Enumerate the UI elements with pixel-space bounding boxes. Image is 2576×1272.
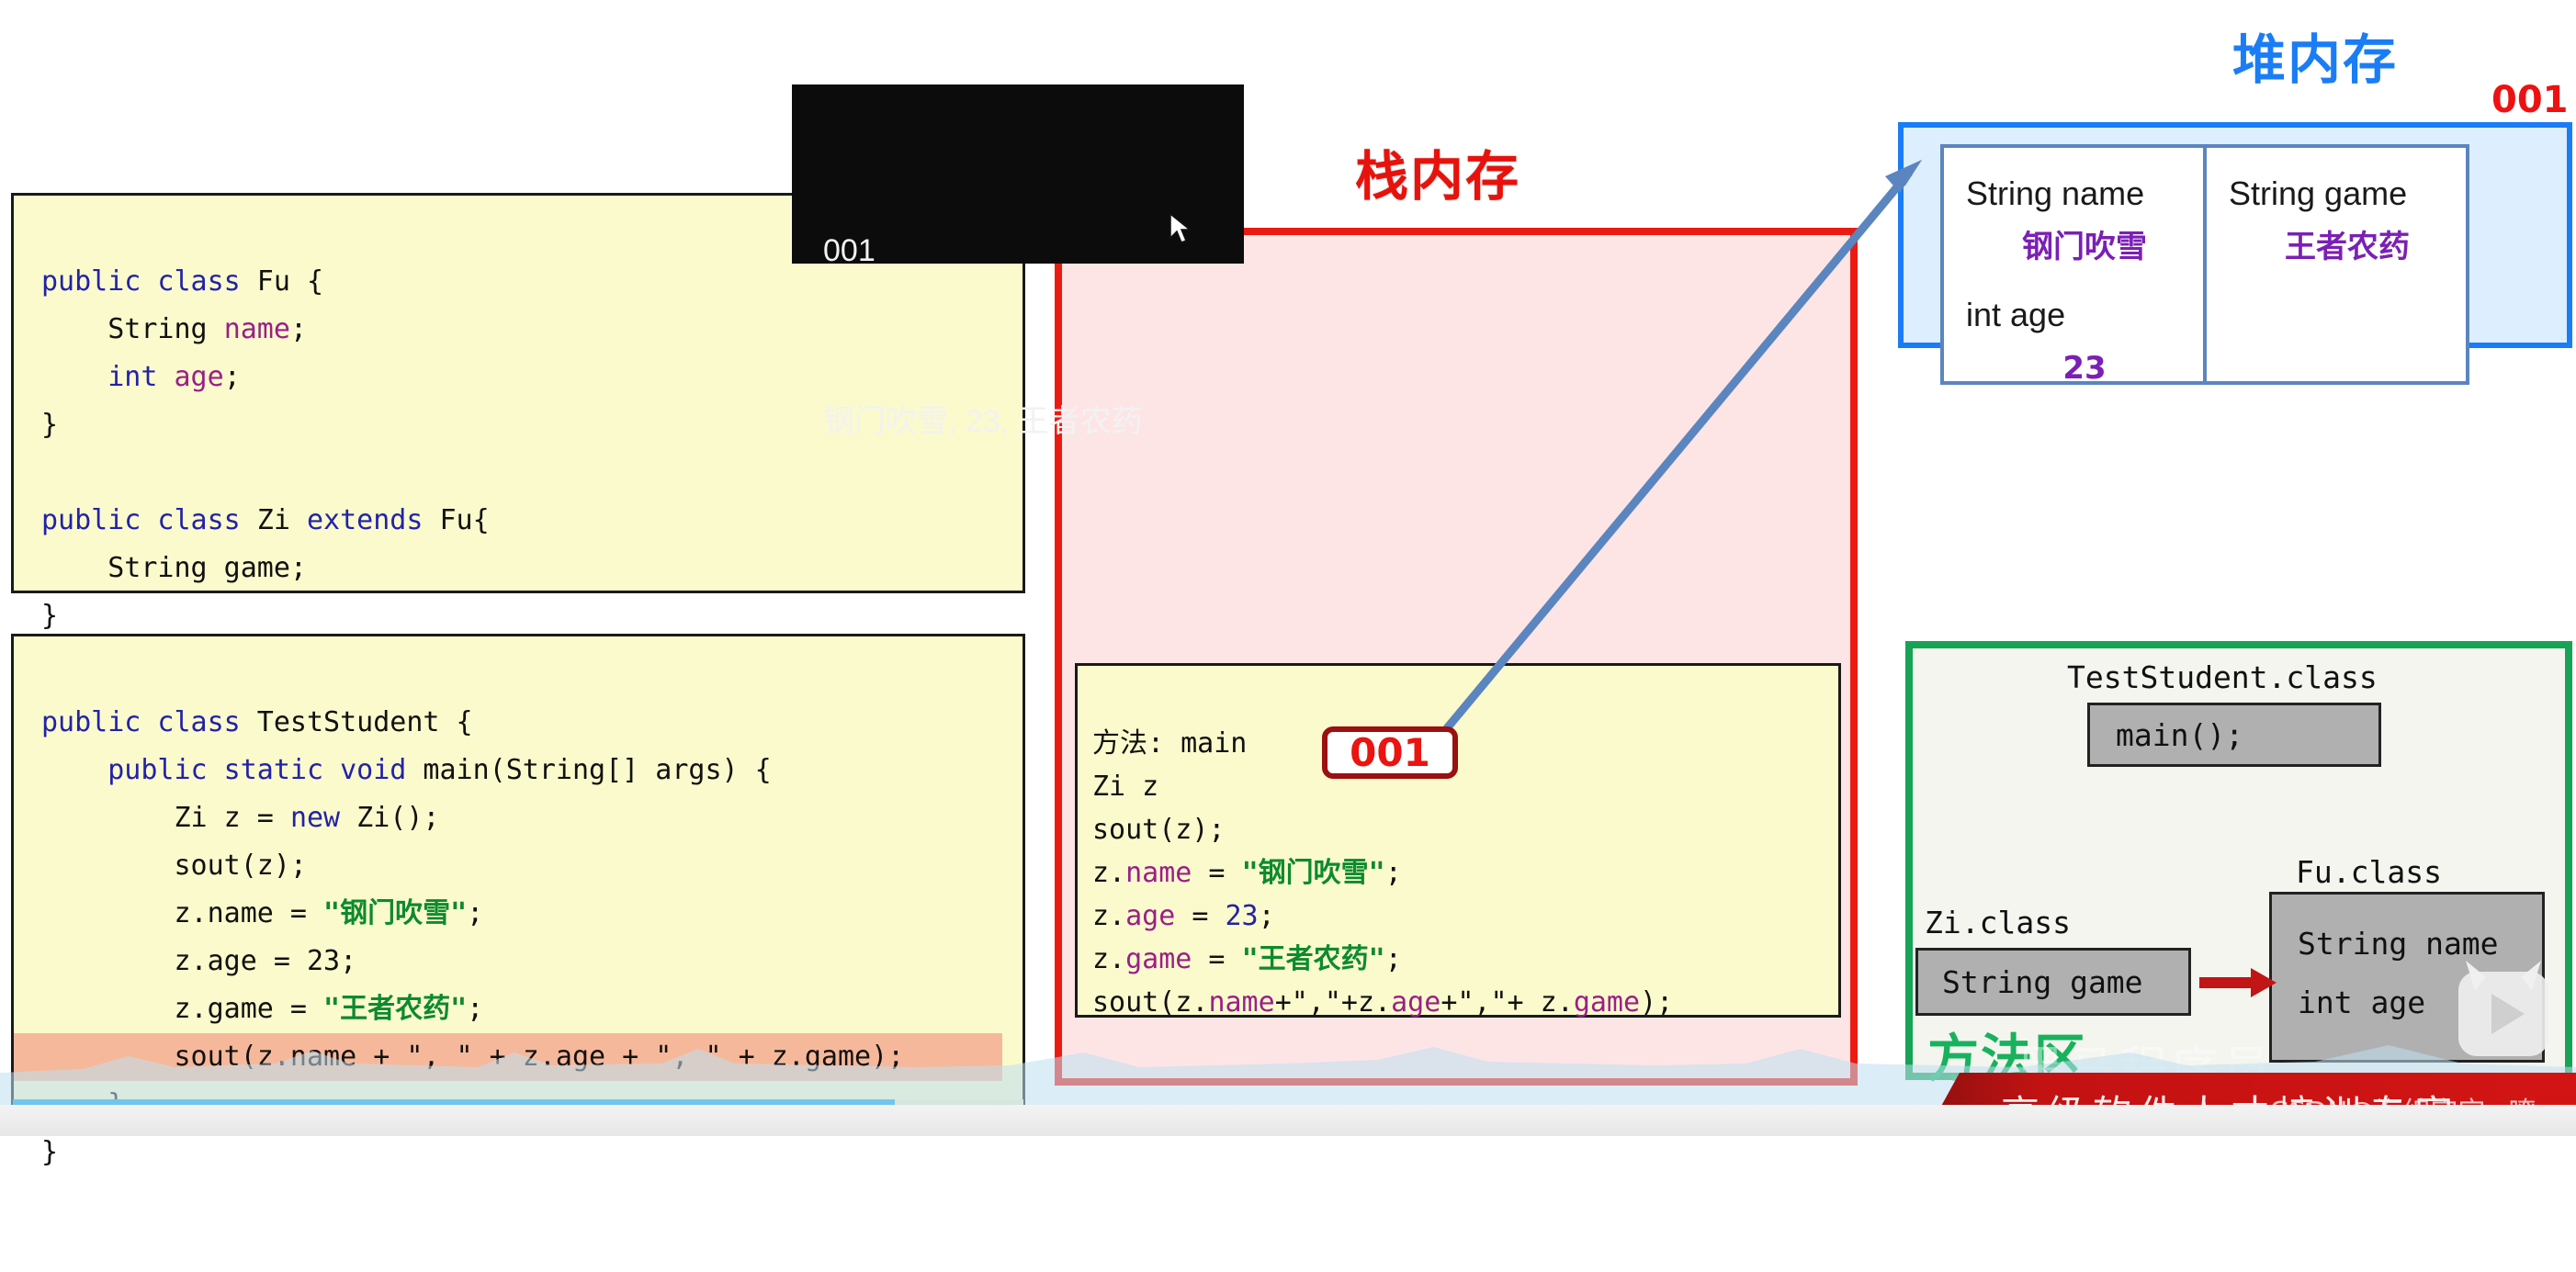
heap-memory-title: 堆内存 — [2232, 28, 2399, 91]
heap-field-cell-name-age: String name 钢门吹雪 int age 23 — [1940, 144, 2207, 387]
stack-line: sout(z); — [1092, 814, 1226, 846]
method-area-fu-class-label: Fu.class — [2296, 854, 2442, 890]
code-line: public class TestStudent { — [41, 706, 473, 738]
stack-line: Zi z — [1092, 771, 1159, 803]
stack-reference-address: 001 — [1322, 726, 1458, 779]
heap-field-declaration-name: String name — [1966, 174, 2145, 212]
stack-memory-title: 栈内存 — [1355, 145, 1521, 208]
stack-line: 方法: main — [1092, 727, 1248, 760]
code-line: z.name = "钢门吹雪"; — [41, 897, 484, 929]
heap-field-value-age: 23 — [2062, 350, 2107, 387]
method-area-zi-field-box: String game — [1915, 948, 2191, 1016]
code-line: public static void main(String[] args) { — [107, 754, 772, 786]
method-area-main-method-box: main(); — [2087, 703, 2381, 767]
inheritance-arrow-icon — [2199, 968, 2277, 997]
stack-line: sout(z.name+","+z.age+","+ z.game); — [1092, 986, 1674, 1019]
whiteboard-canvas: public class Fu { String name; int age;}… — [0, 0, 2576, 1168]
heap-field-value-game: 王者农药 — [2285, 229, 2410, 265]
heap-field-declaration-game: String game — [2229, 174, 2408, 212]
mouse-cursor-icon — [1169, 213, 1192, 243]
code-line: z.age = 23; — [41, 945, 357, 977]
console-line-2: 钢门吹雪, 23, 王者农药 — [823, 404, 1143, 439]
stack-line: z.game = "王者农药"; — [1092, 943, 1402, 975]
code-line: sout(z); — [41, 850, 307, 882]
heap-field-cell-game: String game 王者农药 — [2207, 144, 2469, 385]
code-line: Zi z = new Zi(); — [41, 802, 440, 834]
method-area-teststudent-class-label: TestStudent.class — [2067, 659, 2378, 695]
stack-line: z.name = "钢门吹雪"; — [1092, 857, 1402, 889]
heap-object: String name 钢门吹雪 int age 23 String game … — [1940, 144, 2469, 387]
method-area-zi-class-label: Zi.class — [1925, 905, 2071, 940]
bottom-strip — [0, 1105, 2576, 1136]
heap-field-declaration-age: int age — [1966, 296, 2066, 333]
stack-frame-main: 方法: main Zi z sout(z); z.name = "钢门吹雪"; z.ag… — [1075, 663, 1841, 1019]
code-line: z.game = "王者农药"; — [41, 993, 484, 1025]
stack-line: z.age = 23; — [1092, 900, 1275, 932]
heap-object-id: 001 — [2491, 79, 2569, 121]
heap-field-value-name: 钢门吹雪 — [2022, 229, 2147, 265]
play-icon[interactable] — [2491, 994, 2525, 1034]
